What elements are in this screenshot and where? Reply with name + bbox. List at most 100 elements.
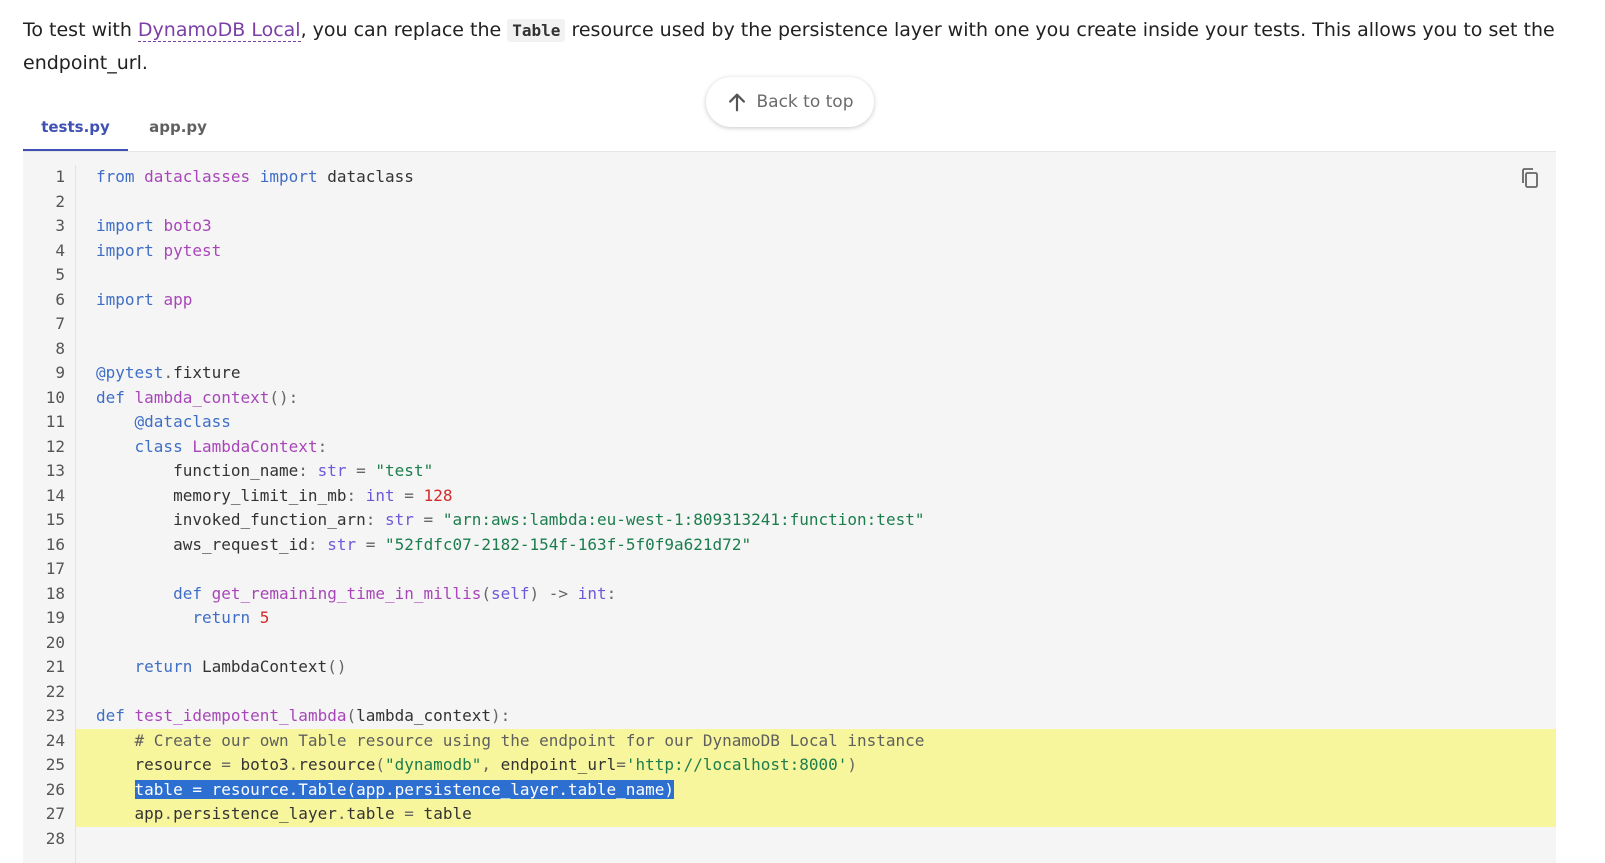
highlighted-code-line: table = resource.Table(app.persistence_l… (76, 777, 1556, 802)
code-token: return (192, 608, 251, 627)
code-line: from dataclasses import dataclass (23, 165, 1556, 190)
code-token: ( (346, 706, 357, 725)
code-token: . (288, 755, 299, 774)
code-line: class LambdaContext: (23, 435, 1556, 460)
tab-app-py[interactable]: app.py (128, 105, 228, 149)
intro-paragraph: To test with DynamoDB Local, you can rep… (23, 14, 1563, 80)
code-token: : (346, 485, 357, 505)
code-line: ​ (23, 827, 1556, 852)
code-line: ​ (23, 680, 1556, 705)
code-token: : (298, 461, 308, 480)
code-token: str (317, 461, 347, 480)
copy-icon[interactable] (1518, 166, 1542, 190)
code-token: boto3 (163, 216, 212, 235)
code-token: ) (847, 755, 858, 774)
code-token: ) (529, 583, 540, 603)
tab-tests-py[interactable]: tests.py (23, 105, 128, 151)
code-token: int (365, 485, 395, 505)
code-token: 'http://localhost:8000' (625, 755, 848, 774)
code-token: persistence_layer (173, 804, 337, 823)
code-line: ​ (23, 312, 1556, 337)
code-token: "dynamodb" (385, 755, 482, 774)
code-token: () (327, 657, 347, 676)
code-token: -> (548, 583, 569, 603)
code-line: import boto3 (23, 214, 1556, 239)
highlighted-code-line: app.persistence_layer.table = table (76, 802, 1556, 827)
code-token: : (307, 534, 318, 554)
code-token: ( (481, 583, 491, 603)
code-token: get_remaining_time_in_millis (211, 583, 482, 603)
code-token: ): (490, 706, 511, 725)
code-token: . (163, 363, 174, 382)
code-token: def (96, 387, 125, 407)
code-token: : (365, 510, 376, 529)
code-line: ​ (23, 337, 1556, 362)
dynamodb-local-link[interactable]: DynamoDB Local (137, 19, 301, 42)
code-token: lambda_context (134, 387, 270, 407)
code-token: str (327, 534, 357, 554)
code-token: test_idempotent_lambda (134, 706, 347, 725)
code-token: "arn:aws:lambda:eu-west-1:809313241:func… (442, 510, 925, 529)
code-token: resource (96, 755, 222, 774)
code-token: = (221, 755, 231, 774)
code-token: self (490, 583, 530, 603)
code-line: ​ (23, 263, 1556, 288)
code-line: return 5 (23, 606, 1556, 631)
code-line: invoked_function_arn: str = "arn:aws:lam… (23, 508, 1556, 533)
code-lines: from dataclasses import dataclass​import… (23, 165, 1556, 851)
code-token: @pytest (96, 363, 164, 382)
code-line: def test_idempotent_lambda(lambda_contex… (23, 704, 1556, 729)
code-line: @dataclass (23, 410, 1556, 435)
code-token: import (96, 240, 154, 260)
code-token: import (96, 216, 154, 235)
code-token: dataclasses (144, 167, 251, 186)
code-token: , (481, 755, 491, 774)
code-token: table (413, 804, 472, 823)
code-token: aws_request_id (96, 534, 308, 554)
code-token: fixture (173, 363, 241, 382)
code-token: table (346, 804, 405, 823)
code-line: ​ (23, 190, 1556, 215)
code-token: memory_limit_in_mb (96, 485, 347, 505)
highlighted-code-line: # Create our own Table resource using th… (76, 728, 1556, 753)
code-token: = (404, 804, 414, 823)
selected-text: table = resource.Table(app.persistence_l… (134, 779, 674, 799)
code-token: = (404, 485, 414, 505)
code-token: = (616, 755, 626, 774)
code-line: import app (23, 288, 1556, 313)
code-token: "52fdfc07-2182-154f-163f-5f0f9a621d72" (385, 534, 752, 554)
code-token: class (134, 436, 183, 456)
code-token: def (173, 583, 202, 603)
intro-middle: , you can replace the (300, 19, 508, 41)
code-token: "test" (375, 461, 434, 480)
code-line: return LambdaContext() (23, 655, 1556, 680)
code-token: # Create our own Table resource using th… (134, 730, 925, 750)
code-token: def (96, 706, 125, 725)
code-token: @dataclass (134, 412, 231, 431)
code-token: : (317, 436, 328, 456)
code-token: : (606, 583, 617, 603)
intro-prefix: To test with (23, 19, 138, 41)
code-token: pytest (163, 240, 222, 260)
code-line: aws_request_id: str = "52fdfc07-2182-154… (23, 533, 1556, 558)
